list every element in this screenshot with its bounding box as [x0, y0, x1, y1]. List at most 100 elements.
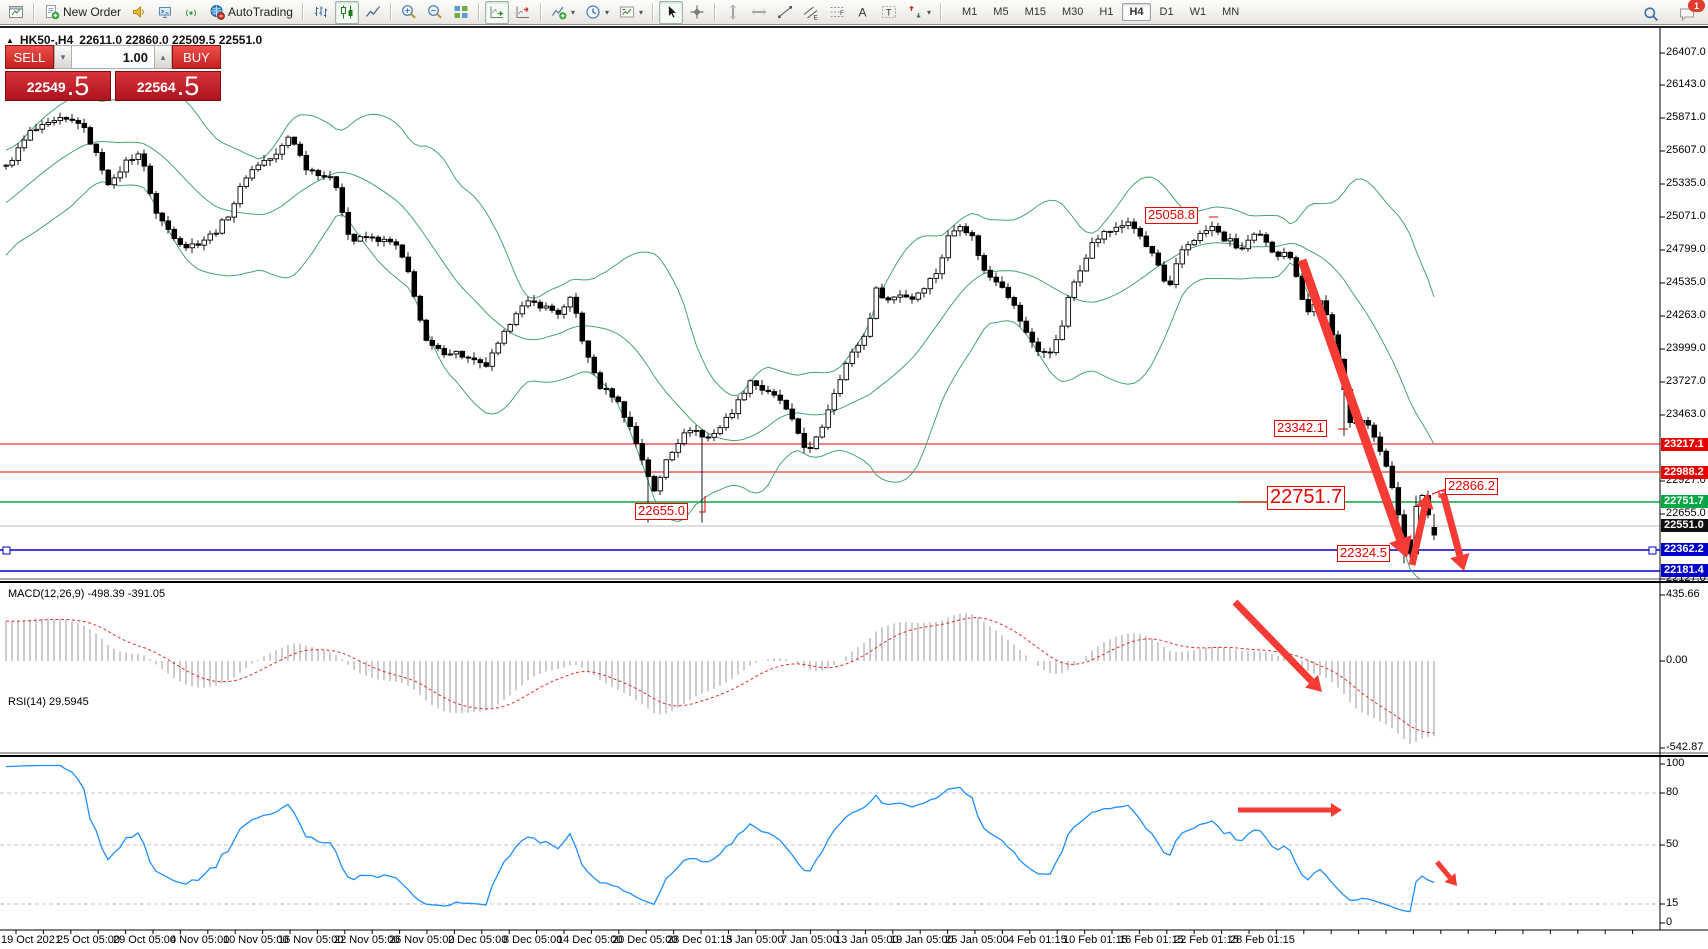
- search-button[interactable]: [1639, 2, 1663, 25]
- price-axis-tick-label: 22655.0: [1666, 507, 1706, 519]
- sell-price-fraction: .5: [67, 73, 90, 100]
- dropdown-arrow-icon[interactable]: ▾: [639, 8, 643, 17]
- svg-text:A: A: [859, 6, 867, 20]
- timeframe-toolbar: M1M5M15M30H1H4D1W1MN: [954, 3, 1247, 21]
- toolbar-separator: [302, 3, 304, 21]
- price-level-label: 22551.0: [1661, 519, 1708, 532]
- toolbar-separator: [714, 3, 716, 21]
- timeframe-d1-button[interactable]: D1: [1153, 3, 1181, 21]
- sell-price-display[interactable]: 22549.5: [5, 71, 111, 101]
- buy-button[interactable]: BUY: [172, 45, 221, 69]
- volume-increase-button[interactable]: ▴: [154, 45, 172, 69]
- price-axis-tick-label: 25071.0: [1666, 210, 1706, 222]
- svg-text:E: E: [814, 15, 819, 21]
- candlestick-chart-mode-button[interactable]: [335, 1, 359, 24]
- text-label-icon: T: [881, 4, 897, 20]
- volume-input[interactable]: 1.00: [72, 45, 154, 69]
- object-selection-handle[interactable]: [3, 547, 10, 554]
- one-click-trading-panel: SELL ▾ 1.00 ▴ BUY 22549.5 22564.5: [5, 45, 221, 101]
- rsi-indicator-label: RSI(14) 29.5945: [8, 696, 89, 708]
- alerts-icon: [131, 4, 147, 20]
- time-axis-label: 26 Nov 05:00: [389, 934, 454, 946]
- timeframe-w1-button[interactable]: W1: [1183, 3, 1214, 21]
- text-button[interactable]: A: [851, 1, 875, 24]
- chart-shift-button[interactable]: [511, 1, 535, 24]
- fibonacci-retracement-button[interactable]: F: [825, 1, 849, 24]
- toolbar-separator: [33, 3, 35, 21]
- dropdown-arrow-icon[interactable]: ▾: [605, 8, 609, 17]
- price-axis-tick-label: 24799.0: [1666, 243, 1706, 255]
- price-annotation-label[interactable]: 25058.8: [1145, 207, 1198, 224]
- main-toolbar: New OrderAutoTrading▾▾▾EFAT▾ M1M5M15M30H…: [0, 0, 1708, 25]
- sell-price-main: 22549: [27, 74, 66, 100]
- dropdown-arrow-icon[interactable]: ▾: [927, 8, 931, 17]
- dropdown-arrow-icon[interactable]: ▾: [571, 8, 575, 17]
- price-annotation-label[interactable]: 23342.1: [1274, 420, 1327, 437]
- timeframe-m30-button[interactable]: M30: [1055, 3, 1090, 21]
- trendline-icon: [777, 4, 793, 20]
- search-icon: [1643, 6, 1659, 22]
- vertical-line-button[interactable]: [721, 1, 745, 24]
- horizontal-line-button[interactable]: [747, 1, 771, 24]
- trade-panel-collapse-icon[interactable]: ▲: [6, 36, 14, 45]
- zoom-in-button[interactable]: [397, 1, 421, 24]
- tile-windows-button[interactable]: [449, 1, 473, 24]
- timeframe-m5-button[interactable]: M5: [986, 3, 1015, 21]
- autotrading-button[interactable]: AutoTrading: [205, 1, 297, 24]
- new-order-label: New Order: [63, 5, 121, 19]
- chart-window-button[interactable]: [4, 1, 28, 24]
- toolbar-separator: [652, 3, 654, 21]
- text-label-button[interactable]: T: [877, 1, 901, 24]
- line-chart-mode-button[interactable]: [361, 1, 385, 24]
- expert-advisors-button[interactable]: [153, 1, 177, 24]
- expert-advisors-icon: [157, 4, 173, 20]
- timeframe-m15-button[interactable]: M15: [1018, 3, 1053, 21]
- auto-scroll-button[interactable]: [485, 1, 509, 24]
- volume-decrease-button[interactable]: ▾: [54, 45, 72, 69]
- alerts-button[interactable]: [127, 1, 151, 24]
- macd-axis-tick-label: 0.00: [1666, 654, 1687, 666]
- signals-button[interactable]: [179, 1, 203, 24]
- candlestick-chart-mode-icon: [339, 4, 355, 20]
- timeframe-mn-button[interactable]: MN: [1215, 3, 1246, 21]
- time-axis-label: 29 Oct 05:00: [113, 934, 176, 946]
- indicators-button[interactable]: ▾: [547, 1, 579, 24]
- timeframe-h4-button[interactable]: H4: [1122, 3, 1150, 21]
- chart-window: ▲ HK50-,H4 22611.0 22860.0 22509.5 22551…: [0, 26, 1708, 949]
- price-level-label: 23217.1: [1661, 438, 1708, 451]
- price-axis-tick-label: 24263.0: [1666, 309, 1706, 321]
- zoom-out-button[interactable]: [423, 1, 447, 24]
- price-annotation-label[interactable]: 22866.2: [1445, 478, 1498, 495]
- price-axis-tick-label: 26407.0: [1666, 46, 1706, 58]
- object-selection-handle[interactable]: [1649, 547, 1656, 554]
- notifications-button[interactable]: 1: [1675, 2, 1699, 25]
- trendline-button[interactable]: [773, 1, 797, 24]
- price-annotation-label[interactable]: 22751.7: [1267, 486, 1345, 510]
- bar-chart-mode-button[interactable]: [309, 1, 333, 24]
- vertical-line-icon: [725, 4, 741, 20]
- crosshair-button[interactable]: [685, 1, 709, 24]
- svg-text:T: T: [886, 8, 892, 18]
- signals-icon: [183, 4, 199, 20]
- rsi-axis-tick-label: 50: [1666, 838, 1678, 850]
- equidistant-channel-button[interactable]: E: [799, 1, 823, 24]
- bar-chart-mode-icon: [313, 4, 329, 20]
- price-annotation-label[interactable]: 22324.5: [1337, 545, 1390, 562]
- periods-button[interactable]: ▾: [581, 1, 613, 24]
- buy-price-display[interactable]: 22564.5: [115, 71, 221, 101]
- price-annotation-label[interactable]: 22655.0: [635, 503, 688, 520]
- text-icon: A: [855, 4, 871, 20]
- timeframe-m1-button[interactable]: M1: [955, 3, 984, 21]
- price-level-label: 22362.2: [1661, 543, 1708, 556]
- macd-axis-tick-label: 435.66: [1666, 588, 1700, 600]
- price-axis-tick-label: 25335.0: [1666, 177, 1706, 189]
- new-order-button[interactable]: New Order: [40, 1, 125, 24]
- arrows-button[interactable]: ▾: [903, 1, 935, 24]
- cursor-button[interactable]: [659, 1, 683, 24]
- timeframe-h1-button[interactable]: H1: [1092, 3, 1120, 21]
- templates-button[interactable]: ▾: [615, 1, 647, 24]
- periods-icon: [585, 4, 601, 20]
- price-axis-tick-label: 23727.0: [1666, 375, 1706, 387]
- sell-button[interactable]: SELL: [5, 45, 54, 69]
- new-order-icon: [44, 4, 60, 20]
